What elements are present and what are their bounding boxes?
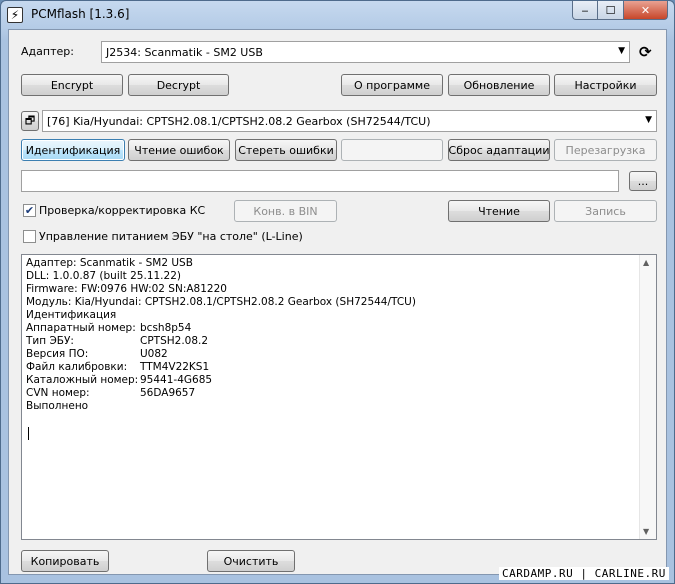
log-field-value: 56DA9657 <box>140 387 196 399</box>
decrypt-button[interactable]: Decrypt <box>128 74 229 96</box>
encrypt-button[interactable]: Encrypt <box>21 74 123 96</box>
scroll-down-icon[interactable]: ▼ <box>643 527 649 536</box>
log-field-key: Аппаратный номер: <box>26 322 136 334</box>
checksum-label: Проверка/корректировка КС <box>39 204 206 217</box>
log-line: Firmware: FW:0976 HW:02 SN:A81220 <box>26 283 227 295</box>
log-field-value: TTM4V22KS1 <box>140 361 210 373</box>
log-done: Выполнено <box>26 400 89 412</box>
write-button[interactable]: Запись <box>554 200 657 222</box>
lightning-icon: ⚡ <box>7 7 23 23</box>
log-content: Адаптер: Scanmatik - SM2 USB DLL: 1.0.0.… <box>26 257 416 413</box>
read-button[interactable]: Чтение <box>448 200 550 222</box>
adapter-value: J2534: Scanmatik - SM2 USB <box>106 45 263 59</box>
log-field: Файл калибровки: TTM4V22KS1 <box>26 361 416 374</box>
window-title: PCMflash [1.3.6] <box>31 7 130 21</box>
clear-errors-button[interactable]: Стереть ошибки <box>235 139 337 161</box>
power-label: Управление питанием ЭБУ "на столе" (L-Li… <box>39 230 303 243</box>
log-field-value: 95441-4G685 <box>140 374 213 386</box>
app-window: ⚡ PCMflash [1.3.6] ‒ ☐ ✕ Адаптер: J2534:… <box>0 0 675 584</box>
chevron-down-icon: ▼ <box>645 115 652 125</box>
watermark: CARDAMP.RU | CARLINE.RU <box>499 567 669 580</box>
checkbox-checked-icon: ✔ <box>23 204 36 217</box>
adapter-label: Адаптер: <box>21 45 74 58</box>
log-line: Адаптер: Scanmatik - SM2 USB <box>26 257 193 269</box>
clear-button[interactable]: Очистить <box>207 550 295 572</box>
log-field: Тип ЭБУ: CPTSH2.08.2 <box>26 335 416 348</box>
log-field-key: Каталожный номер: <box>26 374 139 386</box>
file-path-input[interactable] <box>21 170 619 192</box>
vertical-scrollbar[interactable]: ▲ ▼ <box>639 255 656 539</box>
read-errors-button[interactable]: Чтение ошибок <box>128 139 230 161</box>
empty-button[interactable] <box>341 139 443 161</box>
close-button[interactable]: ✕ <box>624 1 668 20</box>
about-button[interactable]: О программе <box>341 74 443 96</box>
minimize-button[interactable]: ‒ <box>572 1 598 20</box>
log-field: Аппаратный номер: bcsh8p54 <box>26 322 416 335</box>
module-select[interactable]: [76] Kia/Hyundai: CPTSH2.08.1/CPTSH2.08.… <box>42 110 657 132</box>
log-line: DLL: 1.0.0.87 (built 25.11.22) <box>26 270 181 282</box>
browse-button[interactable]: ... <box>629 171 657 191</box>
chevron-down-icon: ▼ <box>618 46 625 56</box>
log-field-value: CPTSH2.08.2 <box>140 335 209 347</box>
window-controls: ‒ ☐ ✕ <box>572 1 668 21</box>
reset-adaptation-button[interactable]: Сброс адаптации <box>448 139 550 161</box>
log-line: Идентификация <box>26 309 117 321</box>
update-button[interactable]: Обновление <box>448 74 550 96</box>
checksum-checkbox[interactable]: ✔ Проверка/корректировка КС <box>23 204 205 217</box>
refresh-icon[interactable]: ⟳ <box>639 43 652 61</box>
log-field-value: bcsh8p54 <box>140 322 192 334</box>
log-field-key: Файл калибровки: <box>26 361 128 373</box>
log-line: Модуль: Kia/Hyundai: CPTSH2.08.1/CPTSH2.… <box>26 296 416 308</box>
title-bar[interactable]: ⚡ PCMflash [1.3.6] ‒ ☐ ✕ <box>1 1 674 29</box>
log-field-key: CVN номер: <box>26 387 90 399</box>
adapter-select[interactable]: J2534: Scanmatik - SM2 USB ▼ <box>101 41 630 63</box>
text-caret <box>28 427 29 440</box>
identify-button[interactable]: Идентификация <box>21 139 125 161</box>
log-field: CVN номер: 56DA9657 <box>26 387 416 400</box>
log-field-key: Версия ПО: <box>26 348 89 360</box>
settings-button[interactable]: Настройки <box>554 74 657 96</box>
main-panel: Адаптер: J2534: Scanmatik - SM2 USB ▼ ⟳ … <box>8 29 667 575</box>
log-textarea[interactable]: Адаптер: Scanmatik - SM2 USB DLL: 1.0.0.… <box>21 254 657 540</box>
maximize-button[interactable]: ☐ <box>598 1 624 20</box>
power-checkbox[interactable]: Управление питанием ЭБУ "на столе" (L-Li… <box>23 230 303 243</box>
log-field-key: Тип ЭБУ: <box>26 335 74 347</box>
log-field-value: U082 <box>140 348 168 360</box>
window-icon[interactable]: 🗗 <box>21 111 39 131</box>
copy-button[interactable]: Копировать <box>21 550 109 572</box>
reboot-button[interactable]: Перезагрузка <box>554 139 657 161</box>
module-value: [76] Kia/Hyundai: CPTSH2.08.1/CPTSH2.08.… <box>47 114 431 128</box>
convert-bin-button[interactable]: Конв. в BIN <box>234 200 337 222</box>
log-field: Каталожный номер: 95441-4G685 <box>26 374 416 387</box>
log-field: Версия ПО: U082 <box>26 348 416 361</box>
scroll-up-icon[interactable]: ▲ <box>643 258 649 267</box>
checkbox-unchecked-icon <box>23 230 36 243</box>
